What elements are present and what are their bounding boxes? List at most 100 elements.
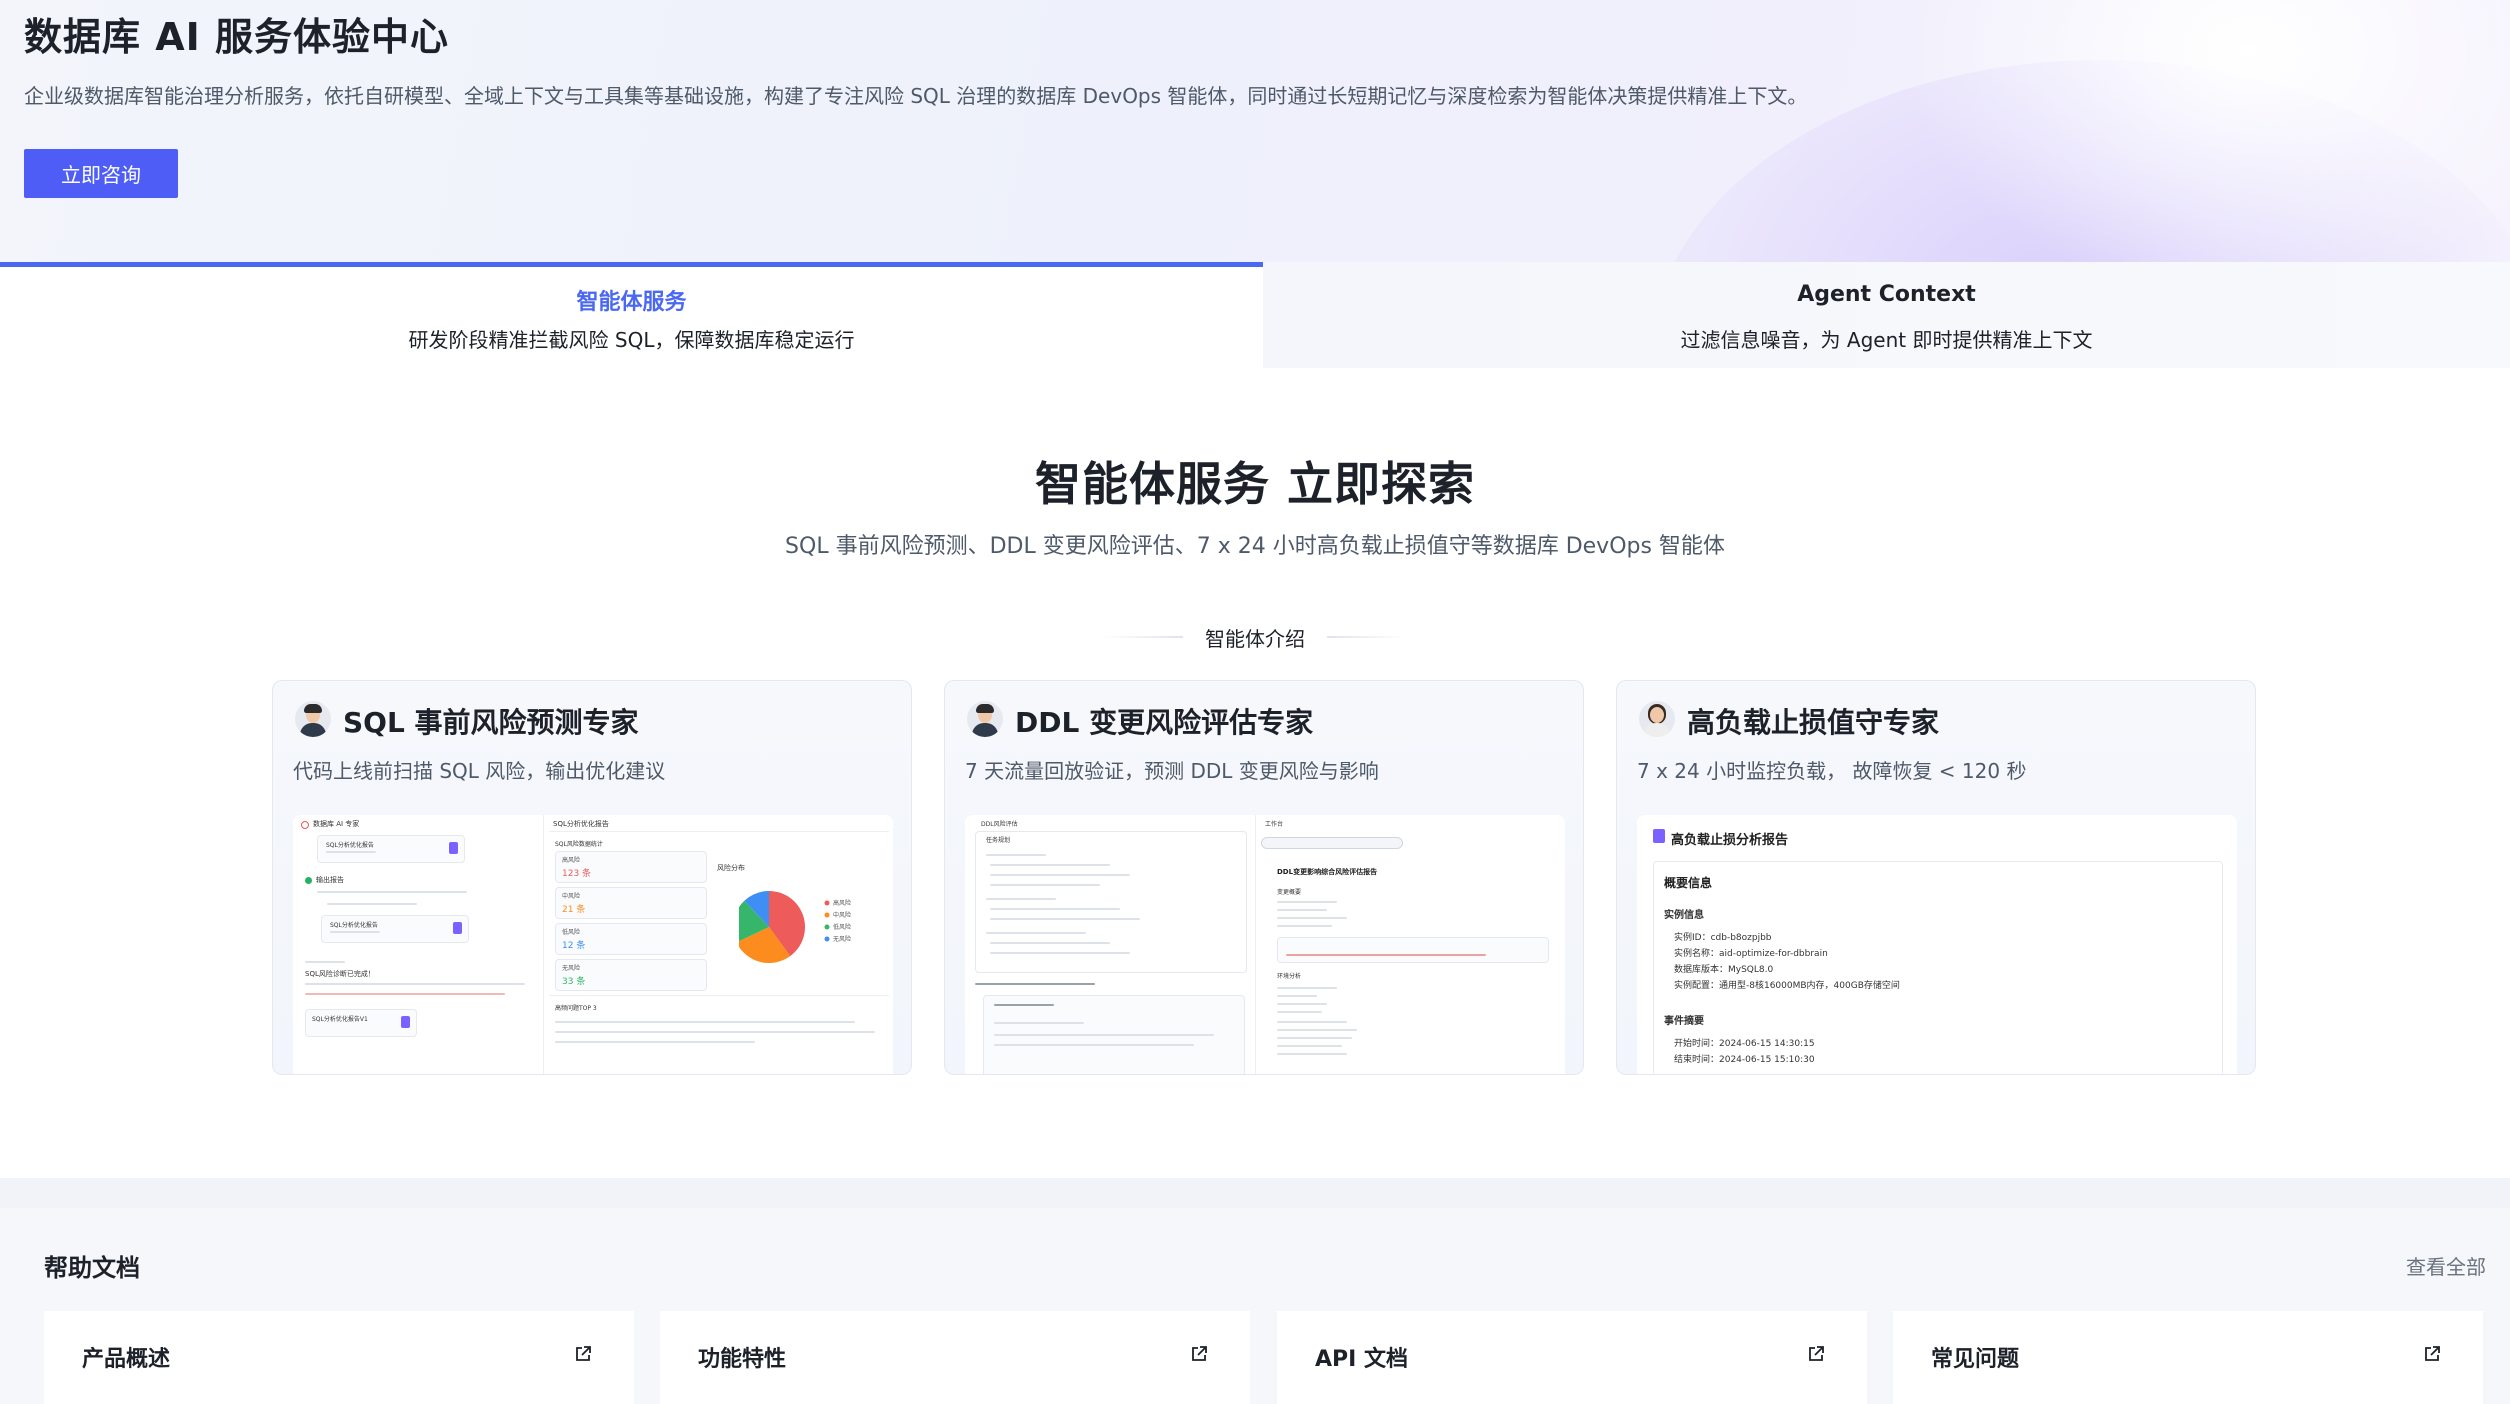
text-line <box>1277 1021 1347 1023</box>
text-line <box>994 1044 1194 1046</box>
list-item: 结束时间：2024-06-15 15:10:30 <box>1674 1055 1815 1065</box>
consult-button[interactable]: 立即咨询 <box>24 149 178 198</box>
report-header: SQL分析优化报告 <box>553 820 609 828</box>
hero-banner: 数据库 AI 服务体验中心 企业级数据库智能治理分析服务，依托自研模型、全域上下… <box>0 0 2510 262</box>
document-icon <box>449 842 458 854</box>
sub-title: 变更概要 <box>1277 889 1302 896</box>
text-line <box>990 884 1100 886</box>
agent-card-high-load[interactable]: 高负载止损值守专家 7 x 24 小时监控负载， 故障恢复 < 120 秒 高负… <box>1616 680 2256 1075</box>
doc-card-faq[interactable]: 常见问题 <box>1893 1311 2483 1404</box>
text-line <box>1277 987 1337 989</box>
text-line <box>990 942 1110 944</box>
preview-right-panel: SQL分析优化报告 SQL风险数据统计 高风险 123 条中风险 21 条低风险 12… <box>549 815 893 1074</box>
doc-card-api[interactable]: API 文档 <box>1277 1311 1867 1404</box>
tab-agent-service[interactable]: 智能体服务 研发阶段精准拦截风险 SQL，保障数据库稳定运行 <box>0 262 1263 368</box>
card-preview-screenshot: DDL风险评估 任务规划 工作台 DDL变更影响综合风险评估报告 变更概要 环境… <box>965 815 1565 1074</box>
section-divider: 智能体介绍 <box>0 622 2510 652</box>
risk-stat-item: 低风险 12 条 <box>555 923 707 955</box>
text-line <box>317 891 467 893</box>
legend-label: 无风险 <box>833 935 851 943</box>
code-box <box>1277 937 1549 963</box>
card-title: SQL 事前风险预测专家 <box>343 706 639 739</box>
logo-icon <box>301 821 309 829</box>
female-avatar-icon <box>1639 701 1675 737</box>
report-title: 高负载止损分析报告 <box>1671 833 1789 848</box>
text-line <box>1277 1045 1342 1047</box>
risk-pie-chart: 高风险中风险低风险无风险 <box>739 891 851 963</box>
text-line <box>994 1004 1054 1006</box>
text-line <box>994 1022 1084 1024</box>
tab-agent-context[interactable]: Agent Context 过滤信息噪音，为 Agent 即时提供精准上下文 <box>1263 262 2510 368</box>
text-line <box>305 961 345 963</box>
external-link-icon <box>2425 1346 2440 1361</box>
external-link-icon <box>1192 1346 1207 1361</box>
tab-subtitle: 研发阶段精准拦截风险 SQL，保障数据库稳定运行 <box>408 328 855 352</box>
instance-title: 实例信息 <box>1664 910 1704 921</box>
text-line <box>990 918 1140 920</box>
file-card: SQL分析优化报告 <box>317 835 465 863</box>
document-icon <box>1653 829 1665 843</box>
list-item: 开始时间：2024-06-15 14:30:15 <box>1674 1039 1815 1049</box>
stat-value: 123 条 <box>562 869 592 879</box>
stat-value: 21 条 <box>562 905 586 915</box>
text-line <box>305 983 525 985</box>
preview-right-panel: 工作台 DDL变更影响综合风险评估报告 变更概要 环境分析 <box>1261 815 1565 1074</box>
page-title: 数据库 AI 服务体验中心 <box>24 15 450 59</box>
service-tabs: 智能体服务 研发阶段精准拦截风险 SQL，保障数据库稳定运行 Agent Con… <box>0 262 2510 368</box>
document-icon <box>401 1016 410 1028</box>
text-line <box>1277 1029 1357 1031</box>
text-line <box>555 1021 855 1023</box>
external-link-icon <box>1809 1346 1824 1361</box>
text-line <box>986 932 1086 934</box>
list-item: 实例ID：cdb-b8ozpjbb <box>1674 933 1772 943</box>
check-icon <box>305 877 312 884</box>
doc-label: 功能特性 <box>698 1347 787 1372</box>
list-item: 数据库版本：MySQL8.0 <box>1674 965 1774 975</box>
card-preview-screenshot: 高负载止损分析报告 概要信息 实例信息 实例ID：cdb-b8ozpjbb 实例… <box>1637 815 2237 1074</box>
risk-stat-item: 高风险 123 条 <box>555 851 707 883</box>
external-link-icon <box>576 1346 591 1361</box>
card-description: 7 x 24 小时监控负载， 故障恢复 < 120 秒 <box>1637 759 2027 783</box>
text-line <box>975 983 1095 985</box>
text-line <box>555 1031 875 1033</box>
text-line <box>986 898 1056 900</box>
hero-description: 企业级数据库智能治理分析服务，依托自研模型、全域上下文与工具集等基础设施，构建了… <box>24 84 1808 108</box>
list-item: 实例名称：aid-optimize-for-dbbrain <box>1674 949 1828 959</box>
event-list: 开始时间：2024-06-15 14:30:15 结束时间：2024-06-15… <box>1674 1036 1815 1068</box>
summary-title: 概要信息 <box>1664 876 1713 890</box>
report-tag <box>1261 837 1403 849</box>
text-line <box>305 993 505 995</box>
male-avatar-icon <box>967 701 1003 737</box>
agent-card-ddl-risk[interactable]: DDL 变更风险评估专家 7 天流量回放验证，预测 DDL 变更风险与影响 DD… <box>944 680 1584 1075</box>
stat-value: 12 条 <box>562 941 586 951</box>
file-name: SQL分析优化报告 <box>330 922 378 929</box>
card-preview-screenshot: 数据库 AI 专家 SQL分析优化报告 输出报告 SQL分析优化报告 SQL风险… <box>293 815 893 1074</box>
text-line <box>330 931 380 933</box>
code-line <box>1286 954 1486 956</box>
text-line <box>555 1041 755 1043</box>
text-line <box>990 952 1130 954</box>
help-title: 帮助文档 <box>44 1254 140 1282</box>
card-title: DDL 变更风险评估专家 <box>1015 706 1314 739</box>
stat-value: 33 条 <box>562 977 586 987</box>
text-line <box>1277 909 1327 911</box>
text-line <box>326 851 376 853</box>
divider-label: 智能体介绍 <box>1205 626 1305 651</box>
section-label: 任务规划 <box>986 837 1011 844</box>
doc-card-overview[interactable]: 产品概述 <box>44 1311 634 1404</box>
doc-label: 常见问题 <box>1931 1347 2020 1372</box>
stat-label: 低风险 <box>562 929 581 936</box>
section-subtitle: SQL 事前风险预测、DDL 变更风险评估、7 x 24 小时高负载止损值守等数… <box>785 534 1725 559</box>
tab-title: Agent Context <box>1797 282 1976 307</box>
view-all-link[interactable]: 查看全部 <box>2406 1251 2486 1280</box>
text-line <box>990 864 1110 866</box>
agent-card-sql-risk[interactable]: SQL 事前风险预测专家 代码上线前扫描 SQL 风险，输出优化建议 数据库 A… <box>272 680 912 1075</box>
tab-subtitle: 过滤信息噪音，为 Agent 即时提供精准上下文 <box>1680 328 2093 352</box>
text-line <box>986 854 1046 856</box>
bottom-title: 高频问题TOP 3 <box>555 1005 597 1012</box>
card-title: 高负载止损值守专家 <box>1687 706 1940 739</box>
preview-left-panel: 数据库 AI 专家 SQL分析优化报告 输出报告 SQL分析优化报告 SQL风险… <box>293 815 544 1074</box>
divider-line-left <box>1103 636 1183 638</box>
doc-card-features[interactable]: 功能特性 <box>660 1311 1250 1404</box>
text-line <box>990 908 1120 910</box>
